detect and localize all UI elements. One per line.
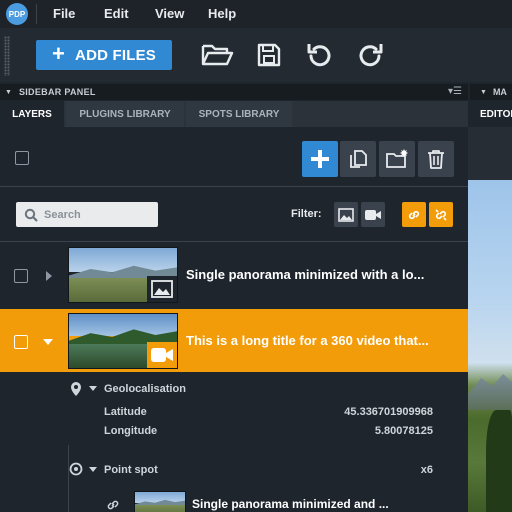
copy-icon xyxy=(350,150,367,168)
linked-item-thumbnail xyxy=(134,491,186,512)
duplicate-layer-button[interactable] xyxy=(340,141,376,177)
layer-row[interactable]: Single panorama minimized with a lo... xyxy=(0,243,468,308)
point-spot-count: x6 xyxy=(420,464,433,476)
link-button[interactable] xyxy=(402,202,426,227)
preview-tree xyxy=(486,410,512,512)
trash-icon xyxy=(428,150,444,169)
sidebar-panel-header[interactable]: ▼ SIDEBAR PANEL ▾☰ xyxy=(0,84,468,100)
latitude-label: Latitude xyxy=(104,406,147,418)
longitude-value: 5.80078125 xyxy=(374,425,433,437)
video-icon xyxy=(151,348,173,362)
tab-editor[interactable]: EDITOR xyxy=(468,101,512,127)
linked-item-title[interactable]: Single panorama minimized and ... xyxy=(192,497,392,511)
video-type-badge xyxy=(147,342,177,368)
layer-thumbnail xyxy=(68,313,178,369)
layer-title: Single panorama minimized with a lo... xyxy=(186,267,425,282)
right-panel-header[interactable]: ▼ MA xyxy=(470,84,512,100)
image-icon xyxy=(338,207,354,222)
divider xyxy=(0,186,468,187)
collapse-caret-icon[interactable] xyxy=(89,467,97,473)
search-icon xyxy=(24,208,38,222)
tree-line xyxy=(68,445,69,512)
video-icon xyxy=(365,209,381,220)
add-files-label: ADD FILES xyxy=(75,46,157,64)
panorama-preview[interactable] xyxy=(468,180,512,512)
location-pin-icon xyxy=(71,382,81,396)
menu-bar: PDP File Edit View Help xyxy=(0,0,512,28)
longitude-label: Longitude xyxy=(104,425,158,437)
sidebar-tabs: LAYERS PLUGINS LIBRARY SPOTS LIBRARY xyxy=(0,101,468,127)
geolocalisation-header[interactable]: Geolocalisation xyxy=(104,383,186,395)
redo-icon[interactable] xyxy=(354,38,388,72)
unlink-icon xyxy=(435,208,447,221)
link-icon xyxy=(408,210,420,219)
collapse-caret-icon[interactable] xyxy=(89,386,97,392)
image-type-badge xyxy=(147,276,177,302)
tab-plugins-library[interactable]: PLUGINS LIBRARY xyxy=(66,101,184,127)
collapse-caret-icon[interactable]: ▼ xyxy=(480,89,487,96)
collapse-caret-icon[interactable]: ▼ xyxy=(5,89,12,96)
preview-mountains xyxy=(468,374,512,410)
new-folder-icon xyxy=(386,149,408,168)
layer-title: This is a long title for a 360 video tha… xyxy=(186,333,429,348)
filter-videos-button[interactable] xyxy=(361,202,385,227)
save-icon[interactable] xyxy=(252,38,286,72)
menu-edit[interactable]: Edit xyxy=(104,6,129,21)
layer-checkbox[interactable] xyxy=(14,269,28,283)
layer-checkbox[interactable] xyxy=(14,335,28,349)
tab-layers[interactable]: LAYERS xyxy=(0,101,64,127)
menu-file[interactable]: File xyxy=(53,6,75,21)
menu-separator xyxy=(36,4,37,24)
undo-icon[interactable] xyxy=(302,38,336,72)
filter-label: Filter: xyxy=(291,208,322,220)
menu-view[interactable]: View xyxy=(155,6,184,21)
layer-row-selected[interactable]: This is a long title for a 360 video tha… xyxy=(0,309,468,372)
delete-layer-button[interactable] xyxy=(418,141,454,177)
panel-menu-icon[interactable]: ▾☰ xyxy=(448,86,462,97)
menu-help[interactable]: Help xyxy=(208,6,236,21)
image-icon xyxy=(151,280,173,298)
latitude-value: 45.336701909968 xyxy=(344,406,433,418)
collapse-arrow-icon[interactable] xyxy=(42,338,54,346)
right-panel-title: MA xyxy=(492,87,507,97)
point-spot-icon xyxy=(69,462,83,476)
point-spot-header[interactable]: Point spot xyxy=(104,464,158,476)
app-logo: PDP xyxy=(6,3,28,25)
tab-spots-library[interactable]: SPOTS LIBRARY xyxy=(186,101,292,127)
add-files-button[interactable]: + ADD FILES xyxy=(36,40,172,70)
toolbar-grip[interactable] xyxy=(4,36,10,76)
add-layer-button[interactable] xyxy=(302,141,338,177)
editor-panel xyxy=(468,127,512,180)
search-placeholder: Search xyxy=(44,208,81,221)
link-icon xyxy=(107,500,119,510)
expand-arrow-icon[interactable] xyxy=(45,270,53,282)
folder-open-icon[interactable] xyxy=(200,38,234,72)
new-folder-button[interactable] xyxy=(379,141,415,177)
unlink-button[interactable] xyxy=(429,202,453,227)
plus-icon: + xyxy=(51,41,66,66)
sidebar-panel-title: SIDEBAR PANEL xyxy=(18,87,96,97)
search-input[interactable]: Search xyxy=(16,202,158,227)
divider xyxy=(0,241,468,242)
filter-images-button[interactable] xyxy=(334,202,358,227)
layer-thumbnail xyxy=(68,247,178,303)
plus-icon xyxy=(311,150,329,168)
select-all-checkbox[interactable] xyxy=(15,151,29,165)
